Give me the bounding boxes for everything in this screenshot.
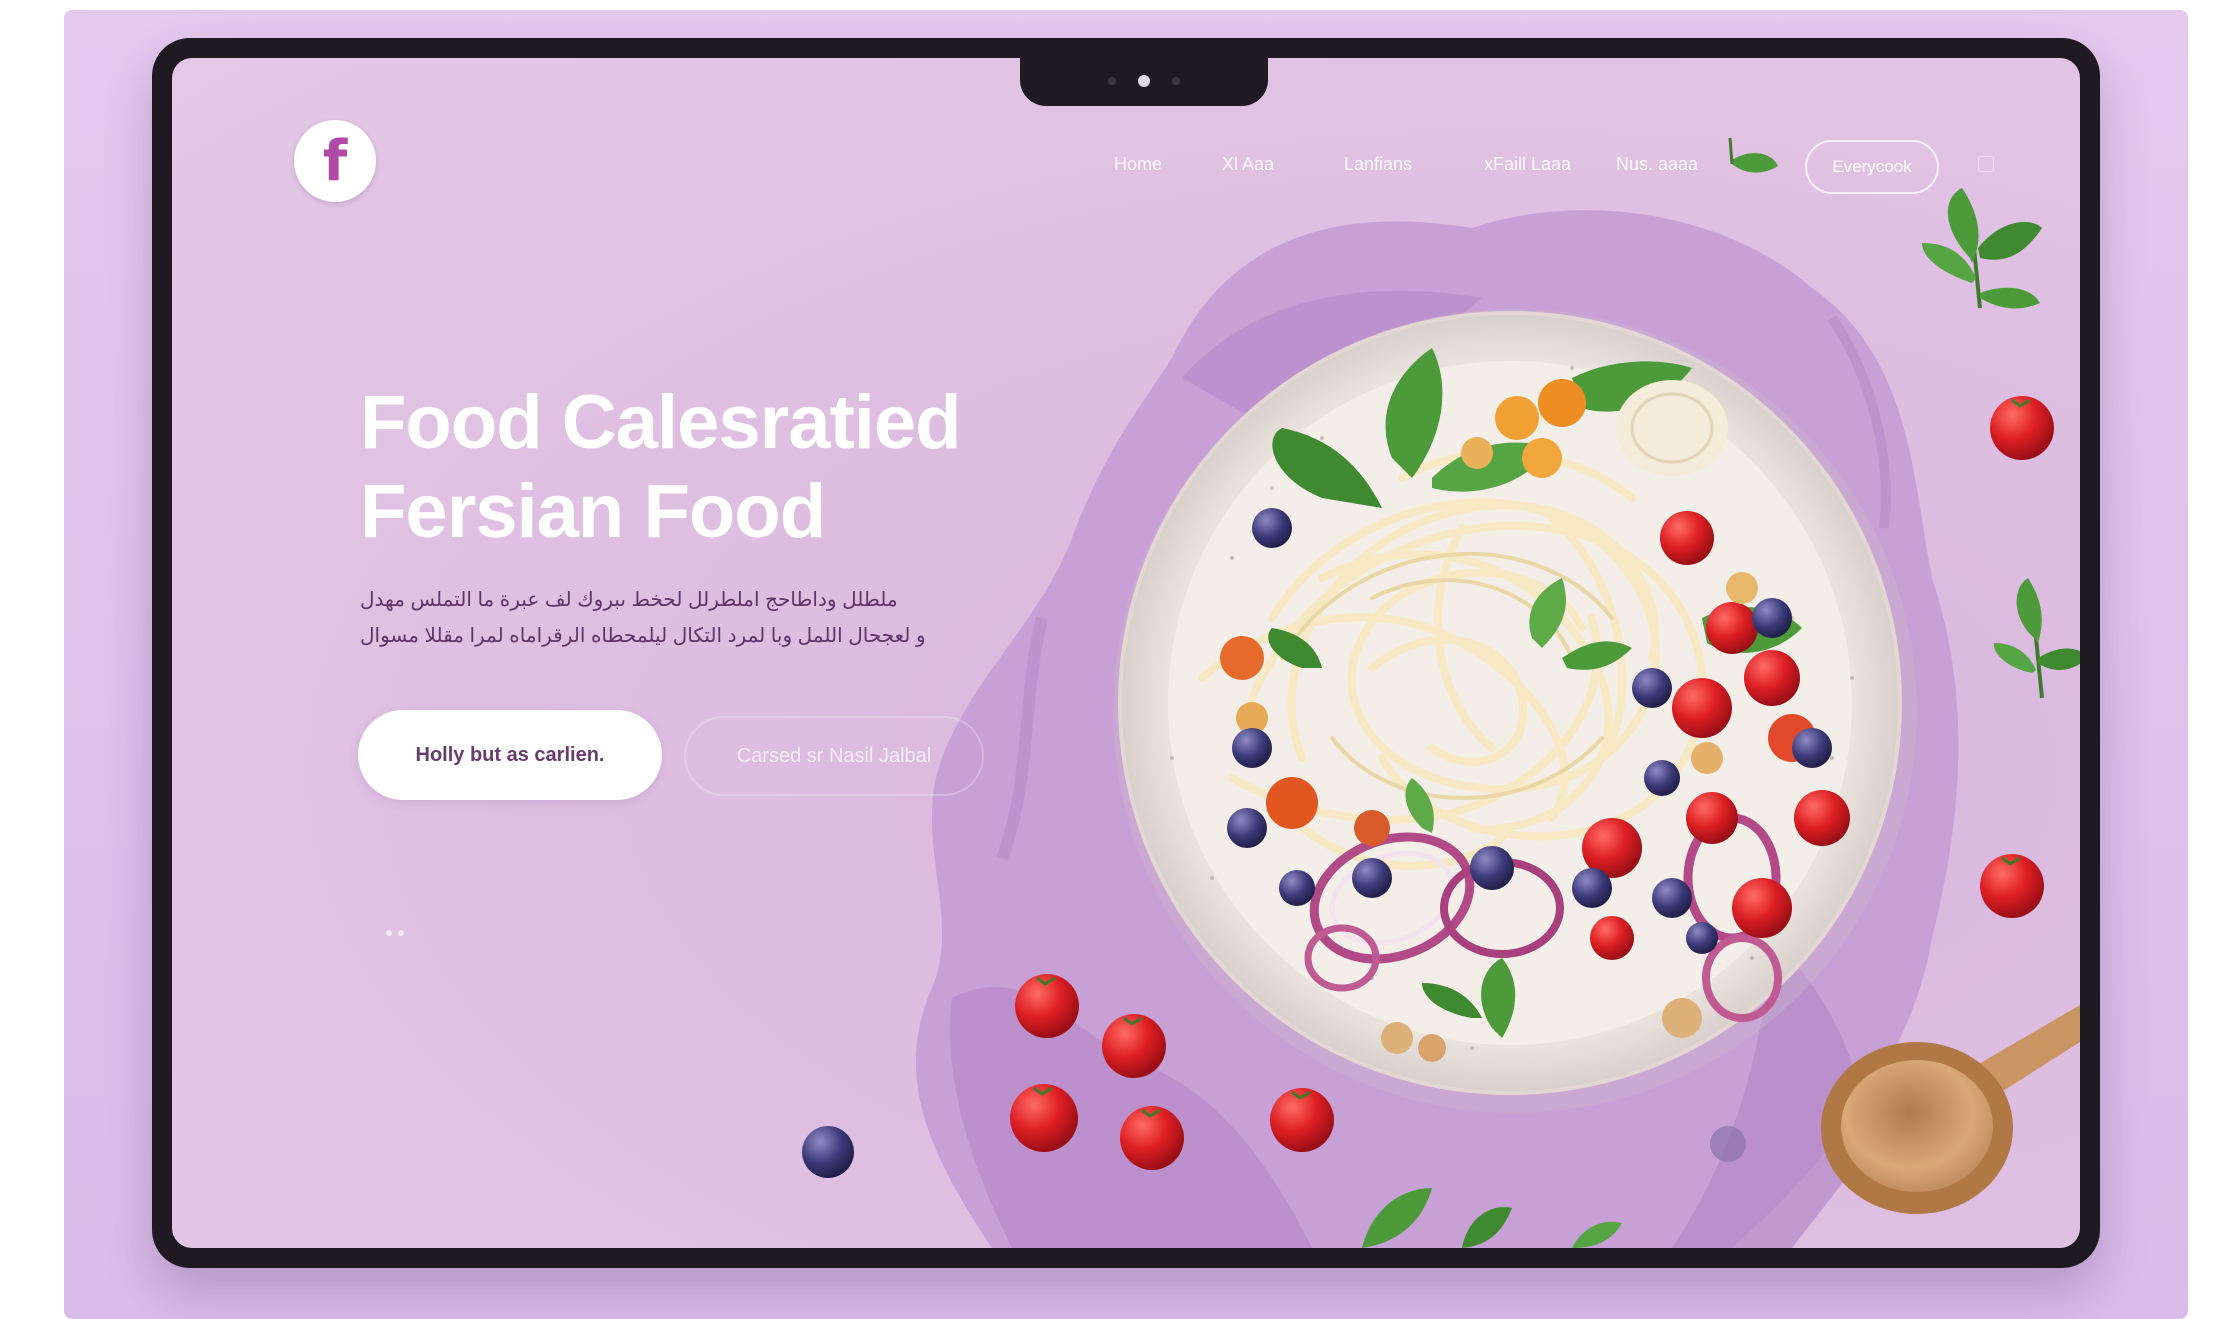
primary-cta-button[interactable]: Holly but as carlien. (358, 710, 662, 800)
hero-description: ملطلل وداطاحج املطرلل لحخط ىبروك لف عبرة… (360, 582, 1020, 654)
camera-icon (1138, 75, 1150, 87)
slider-dot[interactable] (398, 930, 404, 936)
hero-title-line-1: Food Calesratied (360, 380, 962, 465)
sensor-dot (1108, 77, 1116, 85)
hero-description-line-1: ملطلل وداطاحج املطرلل لحخط ىبروك لف عبرة… (360, 589, 898, 611)
menu-icon[interactable] (1978, 156, 1994, 172)
nav-link-home[interactable]: Home (1114, 154, 1162, 175)
landing-page-screen: f Home Xl Aaa Lanfians xFaill Laaa Nus. … (172, 58, 2080, 1248)
nav-link-4[interactable]: xFaill Laaa (1484, 154, 1571, 175)
device-notch (1020, 58, 1268, 106)
secondary-cta-button[interactable]: Carsed sr Nasil Jalbal (684, 716, 984, 796)
hero-title: Food Calesratied Fersian Food (360, 378, 1080, 556)
nav-link-5[interactable]: Nus. aaaa (1616, 154, 1698, 175)
tablet-device-frame: f Home Xl Aaa Lanfians xFaill Laaa Nus. … (152, 38, 2100, 1268)
hero-title-line-2: Fersian Food (360, 469, 826, 554)
slider-indicator[interactable] (386, 930, 404, 936)
slider-dot[interactable] (386, 930, 392, 936)
sensor-dot (1172, 77, 1180, 85)
nav-link-2[interactable]: Xl Aaa (1222, 154, 1274, 175)
nav-link-3[interactable]: Lanfians (1344, 154, 1412, 175)
hero-description-line-2: و لعجحال اللمل وبا لمرد التكال ليلمحطاه … (360, 625, 926, 647)
top-navigation: Home Xl Aaa Lanfians xFaill Laaa Nus. aa… (172, 140, 2080, 194)
mozzarella-slice (1616, 380, 1728, 476)
nav-cta-button[interactable]: Everycook (1805, 140, 1939, 194)
